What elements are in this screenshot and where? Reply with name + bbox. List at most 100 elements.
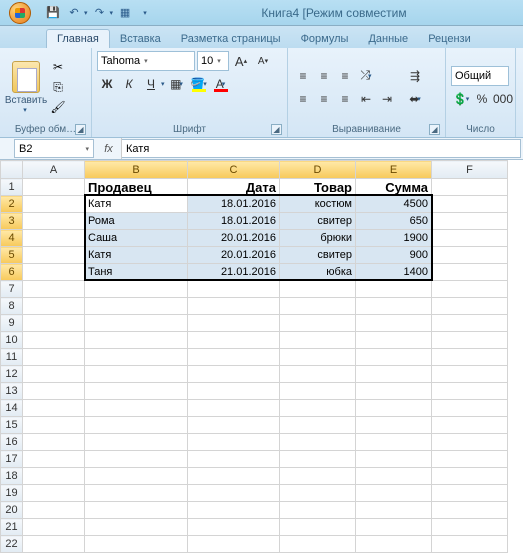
cell-B4[interactable]: Саша [85, 230, 188, 247]
cell-E15[interactable] [356, 417, 432, 434]
cell-F9[interactable] [432, 315, 508, 332]
tab-page-layout[interactable]: Разметка страницы [171, 30, 291, 48]
cell-F20[interactable] [432, 502, 508, 519]
cell-D6[interactable]: юбка [280, 264, 356, 281]
align-middle-icon[interactable]: ≡ [314, 66, 334, 86]
cell-F21[interactable] [432, 519, 508, 536]
cell-A10[interactable] [23, 332, 85, 349]
cell-D21[interactable] [280, 519, 356, 536]
cut-icon[interactable]: ✂ [49, 58, 67, 76]
name-box[interactable]: B2▾ [14, 139, 94, 158]
cell-C21[interactable] [188, 519, 280, 536]
column-header-B[interactable]: B [85, 161, 188, 179]
row-header-14[interactable]: 14 [1, 400, 23, 417]
cell-E20[interactable] [356, 502, 432, 519]
cell-A19[interactable] [23, 485, 85, 502]
qat-customize-icon[interactable]: ▾ [137, 4, 155, 22]
cell-F13[interactable] [432, 383, 508, 400]
orientation-icon[interactable]: ⤮▾ [356, 66, 376, 86]
cell-C2[interactable]: 18.01.2016 [188, 196, 280, 213]
cell-B14[interactable] [85, 400, 188, 417]
cell-B17[interactable] [85, 451, 188, 468]
cell-F22[interactable] [432, 536, 508, 553]
grow-font-icon[interactable]: A▴ [231, 51, 251, 71]
cell-D15[interactable] [280, 417, 356, 434]
cell-B16[interactable] [85, 434, 188, 451]
cell-B9[interactable] [85, 315, 188, 332]
cell-B3[interactable]: Рома [85, 213, 188, 230]
paste-button[interactable]: Вставить ▾ [5, 61, 47, 114]
cell-A16[interactable] [23, 434, 85, 451]
font-dialog-icon[interactable]: ◢ [271, 124, 282, 135]
cell-A4[interactable] [23, 230, 85, 247]
row-header-6[interactable]: 6 [1, 264, 23, 281]
font-color-button[interactable]: A▾ [211, 74, 231, 94]
cell-E19[interactable] [356, 485, 432, 502]
save-icon[interactable]: 💾 [44, 4, 62, 22]
cell-D13[interactable] [280, 383, 356, 400]
cell-F15[interactable] [432, 417, 508, 434]
cell-F18[interactable] [432, 468, 508, 485]
fx-icon[interactable]: fx [96, 138, 122, 159]
cell-D18[interactable] [280, 468, 356, 485]
cell-C1[interactable]: Дата [188, 179, 280, 196]
cell-E16[interactable] [356, 434, 432, 451]
cell-D5[interactable]: свитер [280, 247, 356, 264]
cell-C12[interactable] [188, 366, 280, 383]
cell-F16[interactable] [432, 434, 508, 451]
cell-B12[interactable] [85, 366, 188, 383]
cell-F2[interactable] [432, 196, 508, 213]
cell-D7[interactable] [280, 281, 356, 298]
cell-E6[interactable]: 1400 [356, 264, 432, 281]
cell-E14[interactable] [356, 400, 432, 417]
cell-F5[interactable] [432, 247, 508, 264]
cell-C18[interactable] [188, 468, 280, 485]
row-header-19[interactable]: 19 [1, 485, 23, 502]
cell-B11[interactable] [85, 349, 188, 366]
column-header-F[interactable]: F [432, 161, 508, 179]
print-preview-icon[interactable]: ▦ [116, 4, 134, 22]
row-header-17[interactable]: 17 [1, 451, 23, 468]
cell-A22[interactable] [23, 536, 85, 553]
cell-A6[interactable] [23, 264, 85, 281]
cell-C4[interactable]: 20.01.2016 [188, 230, 280, 247]
cell-C5[interactable]: 20.01.2016 [188, 247, 280, 264]
cell-D19[interactable] [280, 485, 356, 502]
merge-center-button[interactable]: ⬌▾ [401, 89, 429, 109]
cell-C11[interactable] [188, 349, 280, 366]
cell-A8[interactable] [23, 298, 85, 315]
alignment-dialog-icon[interactable]: ◢ [429, 124, 440, 135]
cell-A13[interactable] [23, 383, 85, 400]
column-header-E[interactable]: E [356, 161, 432, 179]
cell-A2[interactable] [23, 196, 85, 213]
align-top-icon[interactable]: ≡ [293, 66, 313, 86]
row-header-12[interactable]: 12 [1, 366, 23, 383]
cell-A17[interactable] [23, 451, 85, 468]
row-header-20[interactable]: 20 [1, 502, 23, 519]
align-left-icon[interactable]: ≡ [293, 89, 313, 109]
comma-icon[interactable]: 000 [493, 89, 513, 109]
cell-B8[interactable] [85, 298, 188, 315]
formula-input[interactable]: Катя [122, 139, 521, 158]
font-name-combo[interactable]: Tahoma▾ [97, 51, 195, 71]
cell-B5[interactable]: Катя [85, 247, 188, 264]
cell-C16[interactable] [188, 434, 280, 451]
cell-E8[interactable] [356, 298, 432, 315]
cell-B18[interactable] [85, 468, 188, 485]
cell-E4[interactable]: 1900 [356, 230, 432, 247]
cell-F14[interactable] [432, 400, 508, 417]
cell-E18[interactable] [356, 468, 432, 485]
cell-C13[interactable] [188, 383, 280, 400]
currency-icon[interactable]: 💲▾ [451, 89, 471, 109]
cell-B1[interactable]: Продавец [85, 179, 188, 196]
row-header-2[interactable]: 2 [1, 196, 23, 213]
cell-E17[interactable] [356, 451, 432, 468]
cell-C19[interactable] [188, 485, 280, 502]
cell-B20[interactable] [85, 502, 188, 519]
cell-E12[interactable] [356, 366, 432, 383]
cell-C22[interactable] [188, 536, 280, 553]
cell-A14[interactable] [23, 400, 85, 417]
cell-C10[interactable] [188, 332, 280, 349]
wrap-text-button[interactable]: ⇶ [401, 66, 429, 86]
row-header-3[interactable]: 3 [1, 213, 23, 230]
